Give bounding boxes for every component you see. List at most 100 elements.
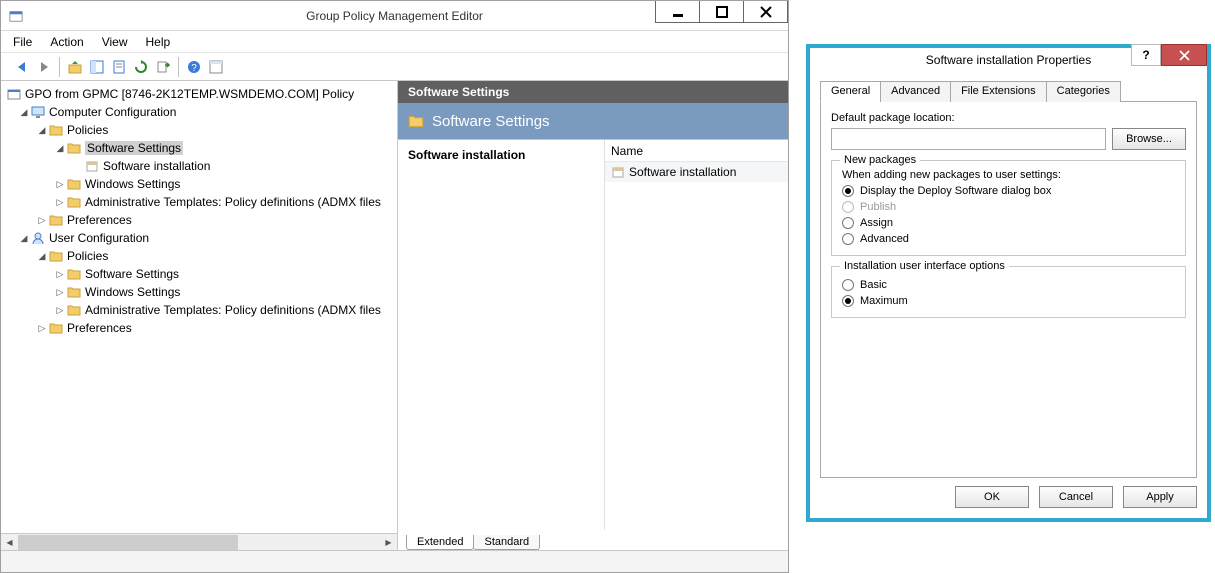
folder-icon xyxy=(408,114,424,128)
folder-icon xyxy=(67,304,81,316)
cancel-button[interactable]: Cancel xyxy=(1039,486,1113,508)
status-bar xyxy=(1,550,788,572)
dialog-help-button[interactable]: ? xyxy=(1131,44,1161,66)
tab-general[interactable]: General xyxy=(820,81,881,102)
folder-icon xyxy=(67,178,81,190)
tree-item-preferences[interactable]: Preferences xyxy=(67,321,132,335)
close-button[interactable] xyxy=(743,1,788,23)
tree-item-windows-settings[interactable]: Windows Settings xyxy=(85,177,180,191)
column-header-name[interactable]: Name xyxy=(605,140,788,162)
menu-action[interactable]: Action xyxy=(50,35,83,49)
back-icon xyxy=(15,60,29,74)
ok-button[interactable]: OK xyxy=(955,486,1029,508)
tree-pane-icon xyxy=(90,60,104,74)
folder-icon xyxy=(49,322,63,334)
tab-advanced[interactable]: Advanced xyxy=(880,81,951,102)
collapse-icon[interactable]: ◢ xyxy=(17,105,31,119)
tree-pane: GPO from GPMC [8746-2K12TEMP.WSMDEMO.COM… xyxy=(1,81,398,550)
tab-standard[interactable]: Standard xyxy=(473,535,540,550)
dialog-title-bar: Software installation Properties ? xyxy=(810,48,1207,72)
svg-text:?: ? xyxy=(191,63,197,74)
filter-icon xyxy=(209,60,223,74)
forward-button[interactable] xyxy=(33,56,55,78)
radio-basic[interactable] xyxy=(842,279,854,291)
tree-item-software-settings[interactable]: Software Settings xyxy=(85,267,179,281)
tree-item-policies[interactable]: Policies xyxy=(67,249,108,263)
dialog-close-button[interactable] xyxy=(1161,44,1207,66)
radio-label: Basic xyxy=(860,279,887,291)
scrollbar-track[interactable] xyxy=(18,535,380,550)
tree-item-admin-templates[interactable]: Administrative Templates: Policy definit… xyxy=(85,303,381,317)
radio-maximum[interactable] xyxy=(842,295,854,307)
policy-icon xyxy=(7,88,21,100)
export-button[interactable] xyxy=(152,56,174,78)
groupbox-new-packages: New packages When adding new packages to… xyxy=(831,160,1186,256)
expand-icon[interactable]: ▷ xyxy=(35,321,49,335)
tree-item-computer-config[interactable]: Computer Configuration xyxy=(49,105,176,119)
collapse-icon[interactable]: ◢ xyxy=(35,249,49,263)
tree-item-preferences[interactable]: Preferences xyxy=(67,213,132,227)
groupbox-title: New packages xyxy=(840,154,920,166)
tree-item-admin-templates[interactable]: Administrative Templates: Policy definit… xyxy=(85,195,381,209)
horizontal-scrollbar[interactable]: ◀ ▶ xyxy=(1,533,397,550)
export-icon xyxy=(156,60,170,74)
tab-file-extensions[interactable]: File Extensions xyxy=(950,81,1047,102)
minimize-button[interactable] xyxy=(655,1,700,23)
tree-item-user-config[interactable]: User Configuration xyxy=(49,231,149,245)
computer-icon xyxy=(31,106,45,118)
tab-extended[interactable]: Extended xyxy=(406,535,474,550)
default-location-input[interactable] xyxy=(831,128,1106,150)
menu-view[interactable]: View xyxy=(102,35,128,49)
policy-tree[interactable]: GPO from GPMC [8746-2K12TEMP.WSMDEMO.COM… xyxy=(1,81,397,533)
radio-display-dialog[interactable] xyxy=(842,185,854,197)
expand-icon[interactable]: ▷ xyxy=(53,303,67,317)
tree-item-software-settings[interactable]: Software Settings xyxy=(85,141,183,155)
tree-item-policies[interactable]: Policies xyxy=(67,123,108,137)
up-button[interactable] xyxy=(64,56,86,78)
apply-button[interactable]: Apply xyxy=(1123,486,1197,508)
expand-icon[interactable]: ▷ xyxy=(53,195,67,209)
groupbox-ui-options: Installation user interface options Basi… xyxy=(831,266,1186,318)
toolbar: ? xyxy=(1,53,788,81)
help-button[interactable]: ? xyxy=(183,56,205,78)
detail-header-bar: Software Settings xyxy=(398,81,788,103)
groupbox-title: Installation user interface options xyxy=(840,260,1009,272)
menu-help[interactable]: Help xyxy=(146,35,171,49)
tree-item-root[interactable]: GPO from GPMC [8746-2K12TEMP.WSMDEMO.COM… xyxy=(25,87,354,101)
scrollbar-thumb[interactable] xyxy=(18,535,238,550)
refresh-button[interactable] xyxy=(130,56,152,78)
radio-assign[interactable] xyxy=(842,217,854,229)
tree-item-windows-settings[interactable]: Windows Settings xyxy=(85,285,180,299)
detail-list: Name Software installation xyxy=(604,140,788,530)
menu-bar: File Action View Help xyxy=(1,31,788,53)
radio-label: Advanced xyxy=(860,233,909,245)
menu-file[interactable]: File xyxy=(13,35,32,49)
tree-item-software-installation[interactable]: Software installation xyxy=(103,159,210,173)
new-packages-caption: When adding new packages to user setting… xyxy=(842,169,1175,181)
radio-advanced[interactable] xyxy=(842,233,854,245)
collapse-icon[interactable]: ◢ xyxy=(35,123,49,137)
scroll-right-button[interactable]: ▶ xyxy=(380,535,397,550)
tab-categories[interactable]: Categories xyxy=(1046,81,1121,102)
show-tree-button[interactable] xyxy=(86,56,108,78)
back-button[interactable] xyxy=(11,56,33,78)
maximize-button[interactable] xyxy=(699,1,744,23)
scroll-left-button[interactable]: ◀ xyxy=(1,535,18,550)
expand-icon[interactable]: ▷ xyxy=(53,285,67,299)
radio-label: Maximum xyxy=(860,295,908,307)
package-icon xyxy=(85,160,99,172)
properties-button[interactable] xyxy=(108,56,130,78)
expand-icon[interactable]: ▷ xyxy=(53,177,67,191)
list-item[interactable]: Software installation xyxy=(605,162,788,182)
help-icon: ? xyxy=(1142,48,1149,62)
browse-button[interactable]: Browse... xyxy=(1112,128,1186,150)
radio-publish xyxy=(842,201,854,213)
expand-icon[interactable]: ▷ xyxy=(53,267,67,281)
expand-icon[interactable]: ▷ xyxy=(35,213,49,227)
collapse-icon[interactable]: ◢ xyxy=(53,141,67,155)
collapse-icon[interactable]: ◢ xyxy=(17,231,31,245)
default-location-label: Default package location: xyxy=(831,112,1186,124)
filter-button[interactable] xyxy=(205,56,227,78)
folder-icon xyxy=(49,214,63,226)
folder-icon xyxy=(49,250,63,262)
